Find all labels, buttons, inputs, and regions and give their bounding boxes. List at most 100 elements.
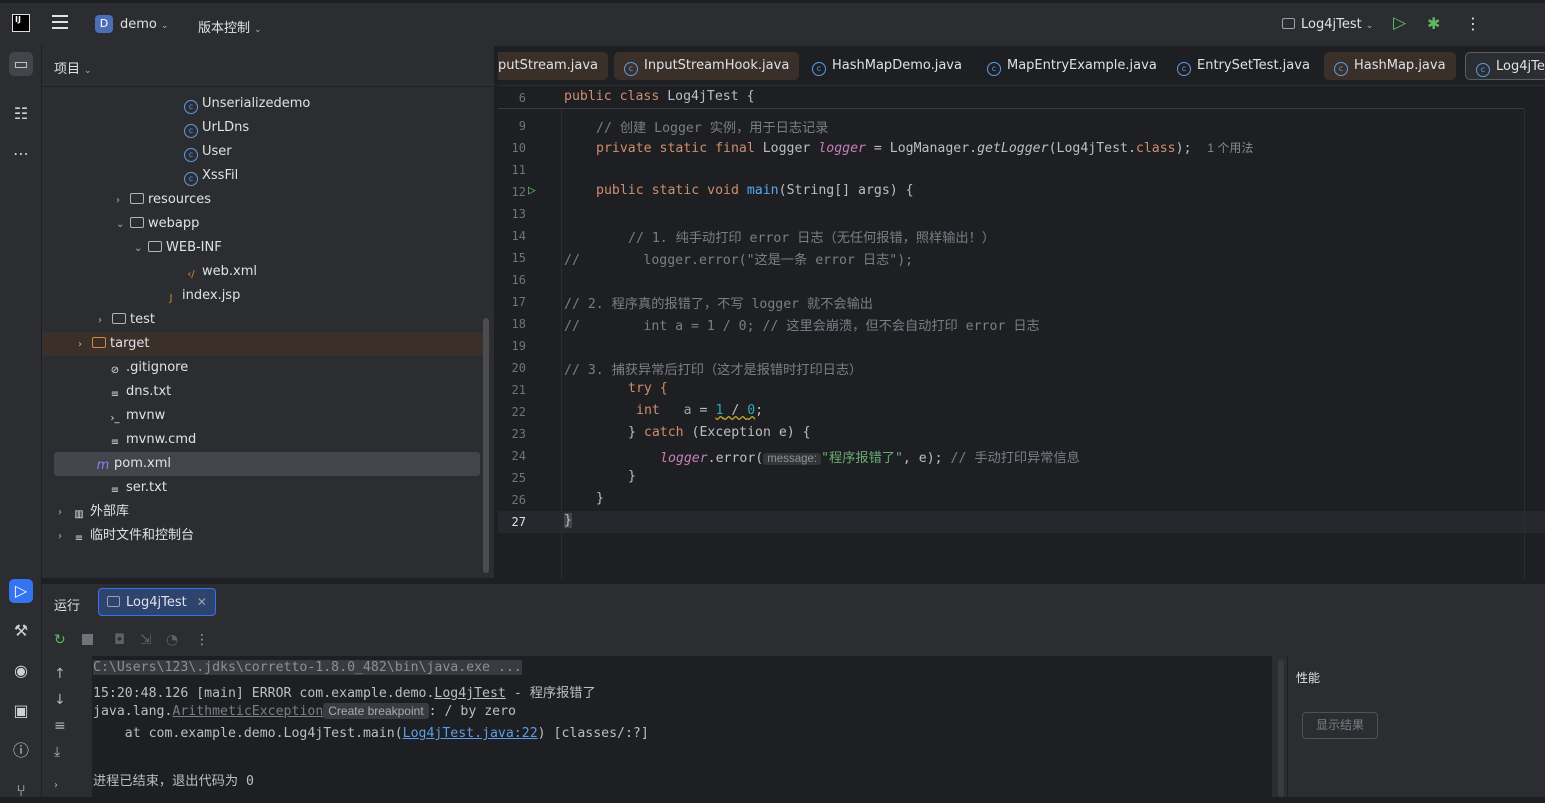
tree-item[interactable]: ≡ dns.txt — [42, 380, 490, 404]
tree-item[interactable]: › resources — [42, 188, 490, 212]
project-name: demo — [120, 17, 157, 32]
project-switcher[interactable]: demo ⌄ — [120, 17, 168, 32]
line-number: 25 — [511, 471, 526, 485]
project-tool-icon[interactable]: ▭ — [9, 52, 33, 76]
camera-icon[interactable]: ◘ — [114, 632, 125, 648]
tree-item[interactable]: ⌄ WEB-INF — [42, 236, 490, 260]
tree-item[interactable]: › target — [42, 332, 490, 356]
tab-mapentryexample[interactable]: c MapEntryExample.java — [977, 52, 1167, 80]
ignore-icon: ⊘ — [110, 365, 120, 376]
line-number: 12 — [511, 185, 526, 199]
run-tool-icon[interactable]: ▷ — [9, 579, 33, 603]
chevron-down-icon[interactable]: ⌄ — [134, 237, 148, 261]
problems-tool-icon[interactable]: ⓘ — [9, 739, 33, 763]
left-tool-strip: ▭ ☷ ⋯ ▷ ⚒ ◉ ▣ ⓘ ⑂ — [0, 46, 42, 800]
scroll-down-icon[interactable]: ↓ — [54, 692, 66, 708]
tree-item[interactable]: › test — [42, 308, 490, 332]
code-line-24: logger.error(message: "程序报错了", e); // 手动打… — [660, 451, 1080, 466]
services-tool-icon[interactable]: ◉ — [9, 659, 33, 683]
class-icon: c — [1334, 62, 1348, 76]
vcs-menu[interactable]: 版本控制 ⌄ — [198, 17, 262, 36]
tree-item[interactable]: c Unserializedemo — [42, 92, 490, 116]
run-tab-log4jtest[interactable]: Log4jTest ✕ — [98, 588, 216, 616]
scrollbar[interactable] — [1278, 660, 1284, 797]
chevron-right-icon[interactable]: › — [116, 189, 130, 213]
show-results-button[interactable]: 显示结果 — [1302, 712, 1378, 739]
build-tool-icon[interactable]: ⚒ — [9, 619, 33, 643]
tree-item[interactable]: ‹/ web.xml — [42, 260, 490, 284]
run-config-selector[interactable]: Log4jTest ⌄ — [1282, 17, 1373, 32]
line-number: 23 — [511, 427, 526, 441]
tree-item[interactable]: c User — [42, 140, 490, 164]
soft-wrap-icon[interactable]: ≡ — [54, 718, 66, 734]
chevron-right-icon[interactable]: › — [98, 309, 112, 333]
chevron-down-icon: ⌄ — [84, 66, 92, 76]
chevron-right-icon[interactable]: › — [58, 525, 72, 549]
line-number: 9 — [518, 119, 526, 133]
stop-icon[interactable] — [82, 634, 93, 645]
console-line: java.lang.ArithmeticException Create brea… — [93, 703, 516, 719]
project-badge[interactable]: D — [95, 15, 113, 33]
tab-label: HashMapDemo.java — [832, 58, 962, 73]
tree-item[interactable]: ≡ ser.txt — [42, 476, 490, 500]
structure-tool-icon[interactable]: ☷ — [9, 102, 33, 126]
code-line-6: public class Log4jTest { — [564, 89, 755, 104]
more-icon[interactable]: ⋮ — [1465, 14, 1481, 33]
code-line-20: // 3. 捕获异常后打印（这才是报错时打印日志） — [564, 363, 863, 378]
scroll-to-end-icon[interactable]: ⤓ — [54, 744, 60, 760]
chevron-right-icon[interactable]: › — [58, 501, 72, 525]
intellij-logo-icon[interactable]: IJ — [12, 14, 30, 32]
line-number: 10 — [511, 141, 526, 155]
run-icon[interactable]: ▷ — [1393, 13, 1406, 33]
tree-item-label: dns.txt — [126, 384, 172, 399]
tree-item[interactable]: ⌄ webapp — [42, 212, 490, 236]
tree-item[interactable]: m pom.xml — [54, 452, 480, 476]
line-number: 21 — [511, 383, 526, 397]
export-icon[interactable]: ⇲ — [140, 632, 152, 648]
scrollbar[interactable] — [483, 318, 489, 573]
editor: putStream.java c InputStreamHook.java c Ha… — [498, 46, 1545, 578]
console-output[interactable]: C:\Users\123\.jdks\corretto-1.8.0_482\bi… — [92, 656, 1284, 797]
tree-item[interactable]: Jindex.jsp — [42, 284, 490, 308]
code-area[interactable]: 6 public class Log4jTest { 9 // 创建 Logge… — [498, 87, 1545, 578]
console-line: 进程已结束，退出代码为 0 — [93, 774, 254, 789]
tree-item[interactable]: c XssFil — [42, 164, 490, 188]
scroll-up-icon[interactable]: ↑ — [54, 666, 66, 682]
git-tool-icon[interactable]: ⑂ — [9, 779, 33, 803]
library-icon: ▥ — [74, 509, 84, 520]
debug-icon[interactable]: ✱ — [1427, 14, 1440, 33]
tree-item[interactable]: › ▥ 外部库 — [42, 500, 490, 524]
folder-icon — [112, 313, 126, 324]
class-icon: c — [624, 62, 638, 76]
tab-log4jtest[interactable]: c Log4jTes — [1465, 52, 1545, 80]
terminal-tool-icon[interactable]: ▣ — [9, 699, 33, 723]
tab-inputstreamhook[interactable]: c InputStreamHook.java — [614, 52, 800, 80]
code-line-14: // 1. 纯手动打印 error 日志（无任何报错，照样输出！） — [628, 231, 995, 246]
line-number: 20 — [511, 361, 526, 375]
tree-item[interactable]: ›_ mvnw — [42, 404, 490, 428]
more-icon[interactable]: ⋮ — [195, 632, 209, 648]
tree-item[interactable]: c UrLDns — [42, 116, 490, 140]
tree-item[interactable]: › ≡ 临时文件和控制台 — [42, 524, 490, 548]
tab-inputstream[interactable]: putStream.java — [498, 52, 608, 80]
chevron-right-icon[interactable]: › — [78, 333, 92, 357]
line-number: 19 — [511, 339, 526, 353]
line-number: 17 — [511, 295, 526, 309]
console-line: at com.example.demo.Log4jTest.main(Log4j… — [93, 726, 649, 741]
run-gutter-icon[interactable]: ▷ — [528, 183, 536, 198]
chevron-down-icon[interactable]: ⌄ — [116, 213, 130, 237]
more-tools-icon[interactable]: ⋯ — [9, 142, 33, 166]
tab-hashmap[interactable]: c HashMap.java — [1324, 52, 1456, 80]
tree-item[interactable]: ≡ mvnw.cmd — [42, 428, 490, 452]
code-line-9: // 创建 Logger 实例，用于日志记录 — [596, 121, 829, 136]
profiler-icon[interactable]: ◔ — [166, 632, 178, 648]
tree-item[interactable]: ⊘ .gitignore — [42, 356, 490, 380]
rerun-icon[interactable]: ↻ — [54, 632, 66, 648]
close-icon[interactable]: ✕ — [197, 595, 207, 609]
project-panel-header[interactable]: 项目 ⌄ — [54, 58, 92, 77]
tab-hashmapdemo[interactable]: c HashMapDemo.java — [802, 52, 972, 80]
expand-icon[interactable]: › — [54, 780, 58, 791]
main-menu-icon[interactable] — [52, 15, 68, 29]
tab-entrysettest[interactable]: c EntrySetTest.java — [1167, 52, 1320, 80]
line-number: 11 — [511, 163, 526, 177]
